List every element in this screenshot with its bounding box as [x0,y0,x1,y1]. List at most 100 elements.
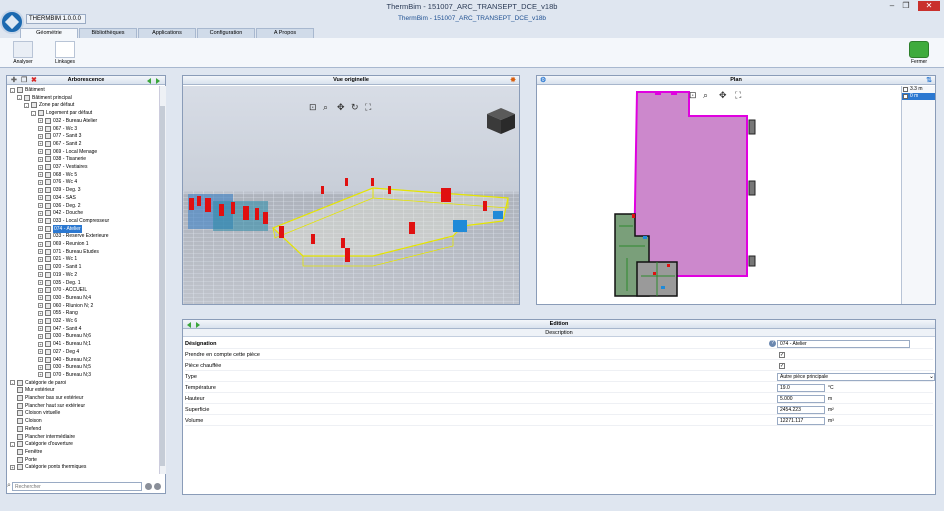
chevron-down-icon[interactable]: ⌄ [929,372,934,382]
expand-icon[interactable]: + [38,364,43,370]
level-checkbox[interactable] [903,87,908,92]
property-row: Pièce chauffée ✓ [185,361,933,371]
expand-icon[interactable]: + [38,172,43,178]
expand-icon[interactable]: + [38,349,43,355]
plan-viewport[interactable]: ⊡ ⌕ ✥ ⛶ [537,86,901,304]
plan-fit-icon[interactable]: ⛶ [735,90,741,101]
expand-icon[interactable]: + [38,149,43,155]
expand-icon[interactable]: + [38,241,43,247]
expand-icon[interactable]: + [38,372,43,378]
edition-back-icon[interactable] [187,322,191,332]
expand-icon[interactable]: + [38,195,43,201]
expand-icon[interactable]: + [38,233,43,239]
expand-icon[interactable]: + [38,303,43,309]
numeric-input[interactable]: 5.000 [777,395,825,403]
plan-pan-icon[interactable]: ✥ [719,90,727,101]
camera-icon[interactable]: ✸ [510,76,516,85]
tab-0[interactable]: Géométrie [20,28,78,38]
plan-sort-icon[interactable]: ⇅ [926,76,932,85]
expand-icon[interactable]: + [38,318,43,324]
tab-2[interactable]: Applications [138,28,196,38]
property-checkbox[interactable]: ✓ [779,363,785,369]
collapse-icon[interactable]: - [10,441,15,447]
help-icon[interactable]: ? [769,340,776,347]
expand-icon[interactable]: + [38,256,43,262]
zoom-window-icon[interactable]: ⊡ [309,102,317,113]
view-cube-icon[interactable] [487,108,515,134]
analyze-button[interactable]: Analyser [8,40,38,66]
level-item[interactable]: 0 m [902,93,935,100]
fit-view-icon[interactable]: ⛶ [365,102,371,113]
close-window-button[interactable]: ✕ [918,1,940,11]
search-go-icon[interactable] [154,483,161,490]
tree-node-icon [17,448,23,455]
expand-icon[interactable]: + [38,187,43,193]
tree-item[interactable]: + Catégorie ponts thermiques [10,463,86,471]
zoom-icon[interactable]: ⌕ [323,102,328,113]
expand-icon[interactable]: + [38,179,43,185]
expand-icon[interactable]: + [38,264,43,270]
collapse-icon[interactable]: - [10,380,15,386]
expand-icon[interactable]: + [38,218,43,224]
tree-node-icon [17,379,23,386]
expand-icon[interactable]: + [38,295,43,301]
close-app-button[interactable]: Fermer [904,40,934,66]
add-icon[interactable]: ✚ [11,76,17,85]
linkages-button[interactable]: Linkages [50,40,80,66]
expand-icon[interactable]: + [38,357,43,362]
numeric-input[interactable]: 12271.117 [777,417,825,425]
expand-icon[interactable]: + [38,333,43,339]
copy-icon[interactable]: ❐ [21,76,27,85]
expand-icon[interactable]: + [38,118,43,124]
delete-icon[interactable]: ✖ [31,76,37,85]
expand-icon[interactable]: + [10,464,15,470]
expand-icon[interactable]: + [38,226,43,232]
tree-node-icon [45,202,51,209]
plan-zoom-window-icon[interactable]: ⊡ [689,90,697,101]
plan-settings-icon[interactable]: ⚙ [540,76,546,85]
property-label: Superficie [185,407,210,413]
tree-search-input[interactable] [12,482,142,491]
expand-icon[interactable]: + [38,272,43,278]
edition-forward-icon[interactable] [196,322,200,332]
expand-icon[interactable]: + [38,156,43,162]
expand-icon[interactable]: + [38,164,43,170]
tab-1[interactable]: Bibliothèques [79,28,137,38]
designation-input[interactable]: 074 - Atelier [777,340,910,348]
tree-node-icon [45,156,51,163]
expand-icon[interactable]: + [38,126,43,131]
tab-3[interactable]: Configuration [197,28,255,38]
expand-icon[interactable]: + [38,133,43,139]
tree-node-icon [17,395,23,401]
collapse-icon[interactable]: - [10,87,15,93]
property-checkbox[interactable]: ✓ [779,352,785,358]
expand-icon[interactable]: + [38,310,43,316]
3d-viewport[interactable]: ⊡ ⌕ ✥ ↻ ⛶ [183,86,519,304]
expand-icon[interactable]: + [38,203,43,208]
level-label: 3.3 m [910,86,923,92]
collapse-icon[interactable]: - [31,110,36,116]
expand-icon[interactable]: + [38,287,43,293]
selected-room-atelier[interactable] [632,91,748,277]
maximize-button[interactable]: ❐ [900,1,912,11]
minimize-button[interactable]: – [886,1,898,11]
expand-icon[interactable]: + [38,341,43,347]
expand-icon[interactable]: + [38,249,43,255]
expand-icon[interactable]: + [38,326,43,332]
search-clear-icon[interactable] [145,483,152,490]
expand-icon[interactable]: + [38,280,43,285]
plan-zoom-icon[interactable]: ⌕ [703,90,708,101]
collapse-icon[interactable]: - [17,95,22,101]
type-select[interactable]: Autre pièce principale [777,373,935,381]
numeric-input[interactable]: 2454.223 [777,406,825,414]
numeric-input[interactable]: 19.0 [777,384,825,392]
rotate-icon[interactable]: ↻ [351,102,359,113]
tree-scrollbar-thumb[interactable] [160,106,165,466]
expand-icon[interactable]: + [38,141,43,147]
level-item[interactable]: 3.3 m [902,86,935,93]
pan-icon[interactable]: ✥ [337,102,345,113]
collapse-icon[interactable]: - [24,102,29,108]
level-checkbox[interactable] [903,94,908,99]
expand-icon[interactable]: + [38,210,43,216]
tab-4[interactable]: A Propos [256,28,314,38]
